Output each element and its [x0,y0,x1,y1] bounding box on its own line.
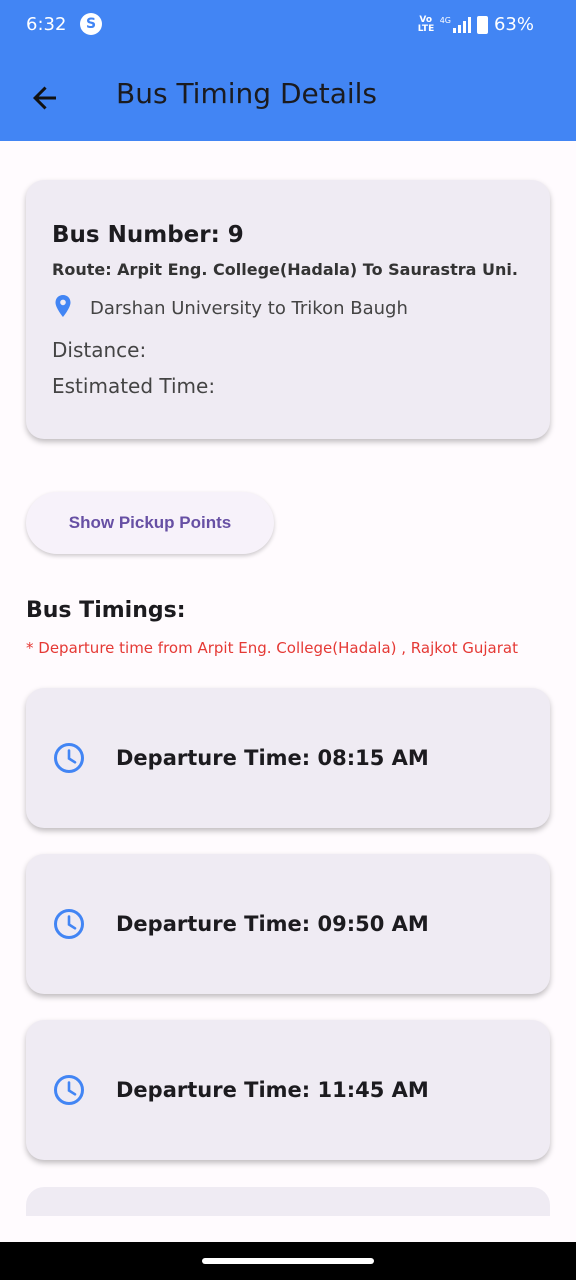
clock-icon [54,909,84,939]
bus-info-card: Bus Number: 9 Route: Arpit Eng. College(… [26,180,550,439]
page-title: Bus Timing Details [116,77,378,110]
distance-label: Distance: [52,338,147,362]
route-text: Route: Arpit Eng. College(Hadala) To Sau… [52,260,518,279]
status-indicators: Vo LTE 4G 63% [418,14,534,35]
system-navigation-bar [0,1242,576,1280]
location-pin-icon [55,295,71,317]
status-time: 6:32 [26,14,67,35]
departure-time: Departure Time: 09:50 AM [116,912,429,936]
estimated-time-label: Estimated Time: [52,374,216,398]
timing-card[interactable]: Departure Time: 11:45 AM [26,1020,550,1160]
app-notification-icon: S [80,13,102,35]
timing-card[interactable]: Departure Time: 09:50 AM [26,854,550,994]
home-gesture-handle[interactable] [202,1258,374,1264]
departure-time: Departure Time: 08:15 AM [116,746,429,770]
timing-card[interactable]: Departure Time: 08:15 AM [26,688,550,828]
clock-icon [54,1075,84,1105]
bus-number: Bus Number: 9 [52,222,244,248]
app-bar: Bus Timing Details [0,52,576,141]
departure-time: Departure Time: 11:45 AM [116,1078,429,1102]
battery-icon [476,15,488,34]
timing-card-partial[interactable] [26,1187,550,1216]
bus-timings-heading: Bus Timings: [26,598,186,623]
status-bar: 6:32 S Vo LTE 4G 63% [0,0,576,52]
back-button[interactable] [24,76,68,120]
location-text: Darshan University to Trikon Baugh [90,298,408,319]
signal-icon: 4G [440,16,471,33]
arrow-left-icon [33,86,56,110]
departure-note: * Departure time from Arpit Eng. College… [26,639,518,657]
volte-icon: Vo LTE [417,14,435,34]
show-pickup-points-button[interactable]: Show Pickup Points [26,492,274,554]
clock-icon [54,743,84,773]
battery-percent: 63% [493,14,534,35]
